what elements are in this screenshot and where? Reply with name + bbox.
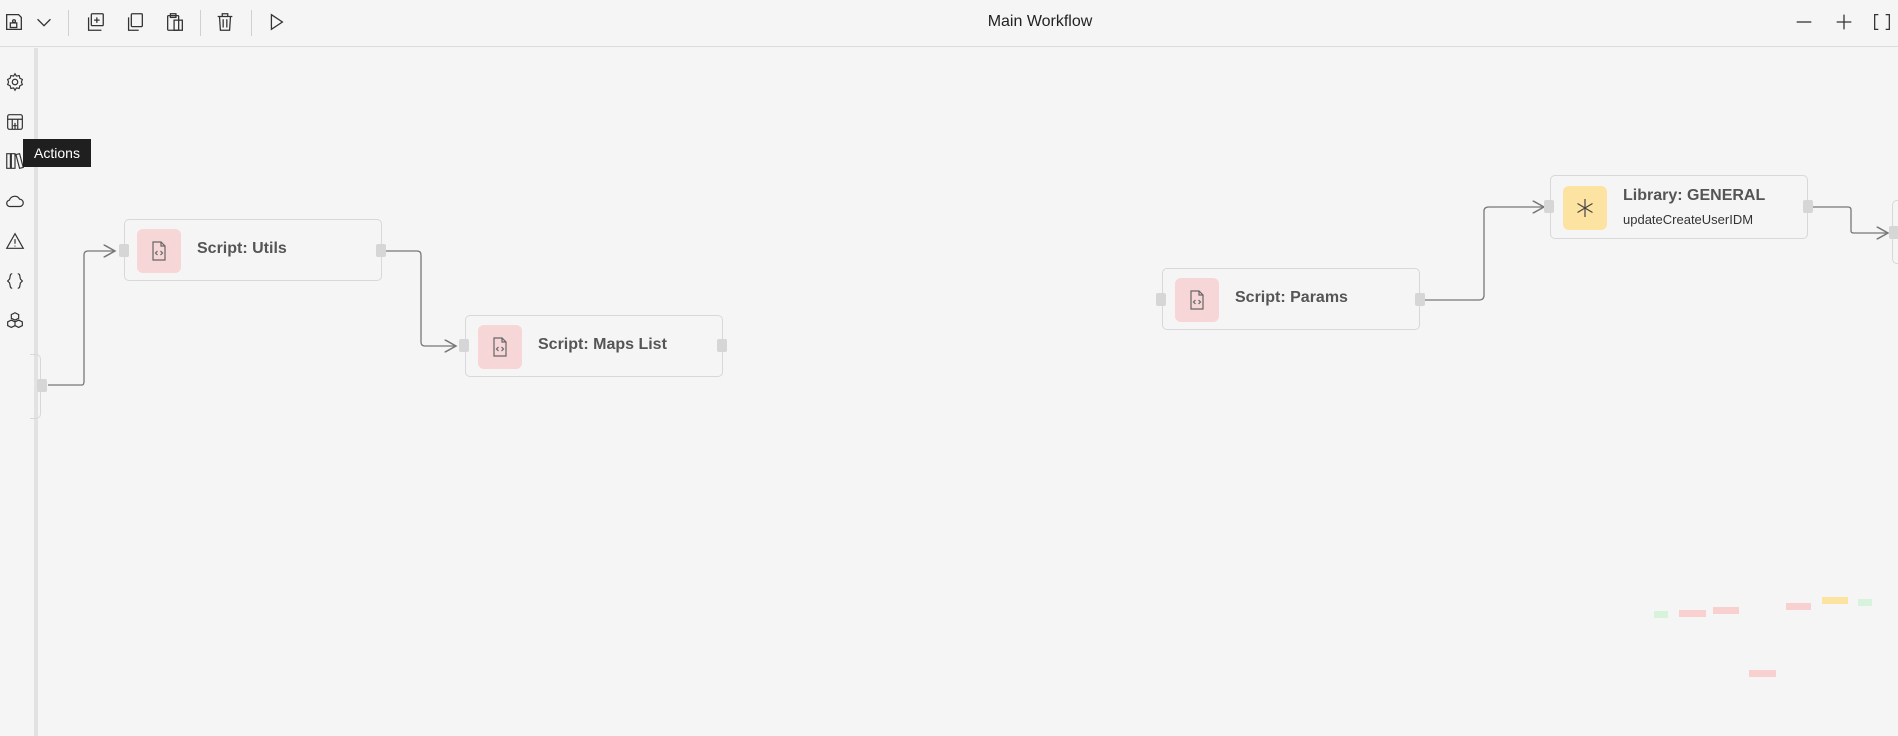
trash-icon[interactable] xyxy=(213,10,237,34)
toolbar-divider xyxy=(251,10,252,36)
play-icon[interactable] xyxy=(264,10,288,34)
node-sublabel: updateCreateUserIDM xyxy=(1623,212,1754,227)
input-port[interactable] xyxy=(1889,226,1898,239)
minimap-node xyxy=(1679,610,1706,617)
warning-icon[interactable] xyxy=(2,228,28,254)
page-title: Main Workflow xyxy=(987,13,1093,30)
node-library-general[interactable]: Library: GENERAL updateCreateUserIDM xyxy=(1550,175,1808,239)
workflow-canvas[interactable]: Script: Utils Script: Maps List Script: … xyxy=(30,48,1898,736)
save-icon[interactable] xyxy=(2,10,26,34)
file-code-icon xyxy=(493,337,507,357)
edge xyxy=(1813,206,1888,233)
script-badge xyxy=(478,325,522,369)
file-code-icon xyxy=(152,241,166,261)
output-port[interactable] xyxy=(1415,293,1425,306)
toolbar-divider xyxy=(200,10,201,36)
zoom-out-icon[interactable] xyxy=(1792,10,1816,34)
minimap-node xyxy=(1822,597,1848,604)
node-label: Library: GENERAL xyxy=(1623,187,1766,204)
node-label: Script: Maps List xyxy=(538,336,667,353)
input-port[interactable] xyxy=(459,339,469,352)
minimap-node xyxy=(1654,611,1668,618)
library-badge xyxy=(1563,186,1607,230)
output-port[interactable] xyxy=(1803,200,1813,213)
minimap-node xyxy=(1786,603,1811,610)
output-port[interactable] xyxy=(37,379,47,392)
edges-layer xyxy=(48,48,1898,386)
node-script-params[interactable]: Script: Params xyxy=(1162,268,1420,330)
toolbar: Main Workflow xyxy=(0,0,1898,47)
edge xyxy=(386,250,456,346)
script-badge xyxy=(137,229,181,273)
output-port[interactable] xyxy=(376,244,386,257)
fit-view-icon[interactable] xyxy=(1870,10,1894,34)
edge xyxy=(48,251,115,386)
minimap-node xyxy=(1749,670,1776,677)
node-script-utils[interactable]: Script: Utils xyxy=(124,219,382,281)
paste-icon[interactable] xyxy=(163,10,187,34)
input-port[interactable] xyxy=(1544,200,1554,213)
duplicate-icon[interactable] xyxy=(83,10,107,34)
node-script-maps-list[interactable]: Script: Maps List xyxy=(465,315,723,377)
braces-icon[interactable] xyxy=(2,268,28,294)
edge xyxy=(1425,207,1544,301)
asterisk-icon xyxy=(1577,199,1593,217)
zoom-in-icon[interactable] xyxy=(1832,10,1856,34)
script-badge xyxy=(1175,278,1219,322)
toolbar-divider xyxy=(68,10,69,36)
input-port[interactable] xyxy=(119,244,129,257)
input-port[interactable] xyxy=(1156,293,1166,306)
chevron-down-icon[interactable] xyxy=(32,10,56,34)
node-label: Script: Utils xyxy=(197,240,287,257)
node-label: Script: Params xyxy=(1235,289,1348,306)
file-code-icon xyxy=(1190,290,1204,310)
cloud-icon[interactable] xyxy=(2,188,28,214)
copy-icon[interactable] xyxy=(123,10,147,34)
actions-icon[interactable] xyxy=(2,109,28,135)
gear-icon[interactable] xyxy=(2,69,28,95)
minimap-node xyxy=(1713,607,1739,614)
minimap-node xyxy=(1858,599,1872,606)
output-port[interactable] xyxy=(717,339,727,352)
cubes-icon[interactable] xyxy=(2,308,28,334)
